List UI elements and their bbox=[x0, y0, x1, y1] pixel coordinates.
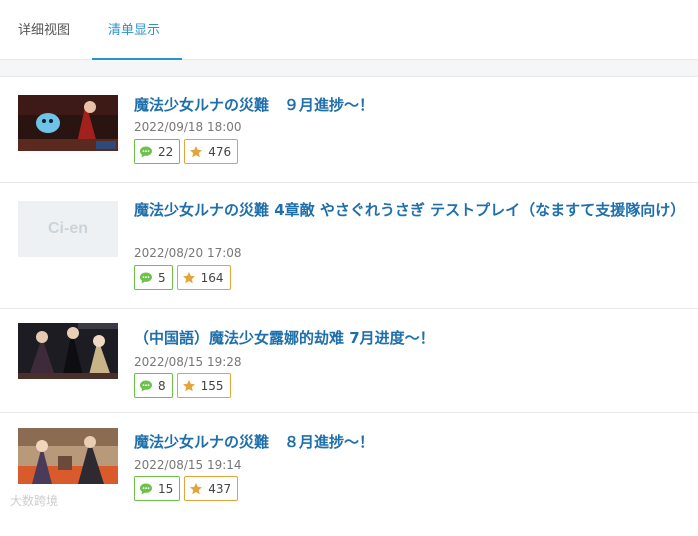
post-stats: 5 164 bbox=[134, 265, 231, 290]
star-count-badge[interactable]: 437 bbox=[184, 476, 239, 501]
star-count: 437 bbox=[208, 481, 232, 496]
speech-bubble-icon bbox=[140, 272, 152, 283]
post-title-link[interactable]: （中国語）魔法少女露娜的劫难 7月进度～！ bbox=[134, 327, 682, 349]
star-icon bbox=[190, 482, 203, 494]
post-title-link[interactable]: 魔法少女ルナの災難 4章敵 やさぐれうさぎ テストプレイ（なますて支援隊向け） bbox=[134, 199, 685, 221]
post-date: 2022/08/20 17:08 bbox=[134, 246, 242, 260]
post-thumbnail[interactable] bbox=[18, 95, 118, 151]
speech-bubble-icon bbox=[140, 380, 152, 391]
star-count-badge[interactable]: 155 bbox=[176, 373, 231, 398]
ci-en-logo-text: Ci-en bbox=[48, 220, 88, 237]
post-list: 魔法少女ルナの災難 ９月進捗～！ 2022/09/18 18:00 22 476… bbox=[0, 76, 698, 536]
watermark: 大数跨境 bbox=[10, 494, 59, 508]
comment-count: 8 bbox=[158, 378, 166, 393]
active-tab-indicator bbox=[92, 58, 182, 60]
post-thumbnail[interactable] bbox=[18, 428, 118, 484]
star-count: 164 bbox=[200, 270, 224, 285]
tab-detail-view[interactable]: 详细视图 bbox=[18, 0, 70, 60]
post-title-link[interactable]: 魔法少女ルナの災難 ８月進捗～！ bbox=[134, 431, 682, 453]
comment-count: 22 bbox=[158, 144, 174, 159]
post-title-link[interactable]: 魔法少女ルナの災難 ９月進捗～！ bbox=[134, 94, 682, 116]
star-icon bbox=[182, 379, 195, 391]
post-stats: 15 437 bbox=[134, 476, 239, 501]
post-date: 2022/08/15 19:28 bbox=[134, 355, 242, 369]
post-stats: 22 476 bbox=[134, 139, 239, 164]
post-date: 2022/09/18 18:00 bbox=[134, 120, 242, 134]
tab-list-view[interactable]: 清单显示 bbox=[108, 0, 160, 60]
star-count-badge[interactable]: 476 bbox=[184, 139, 239, 164]
list-item: 魔法少女ルナの災難 ９月進捗～！ 2022/09/18 18:00 22 476 bbox=[0, 77, 698, 183]
star-count: 476 bbox=[208, 144, 232, 159]
speech-bubble-icon bbox=[140, 146, 152, 157]
post-stats: 8 155 bbox=[134, 373, 231, 398]
comment-count: 15 bbox=[158, 481, 174, 496]
comment-count-badge[interactable]: 5 bbox=[134, 265, 173, 290]
post-date: 2022/08/15 19:14 bbox=[134, 458, 242, 472]
comment-count-badge[interactable]: 8 bbox=[134, 373, 173, 398]
speech-bubble-icon bbox=[140, 483, 152, 494]
list-item: 魔法少女ルナの災難 ８月進捗～！ 2022/08/15 19:14 15 437 bbox=[0, 413, 698, 523]
list-item: Ci-en 魔法少女ルナの災難 4章敵 やさぐれうさぎ テストプレイ（なますて支… bbox=[0, 183, 698, 309]
comment-count-badge[interactable]: 15 bbox=[134, 476, 181, 501]
star-icon bbox=[190, 145, 203, 157]
list-item: （中国語）魔法少女露娜的劫难 7月进度～！ 2022/08/15 19:28 8… bbox=[0, 309, 698, 413]
star-count: 155 bbox=[200, 378, 224, 393]
view-tabs: 详细视图 清单显示 bbox=[0, 0, 698, 60]
star-icon bbox=[182, 271, 195, 283]
comment-count: 5 bbox=[158, 270, 166, 285]
post-thumbnail[interactable] bbox=[18, 323, 118, 379]
post-thumbnail[interactable]: Ci-en bbox=[18, 201, 118, 257]
star-count-badge[interactable]: 164 bbox=[176, 265, 231, 290]
comment-count-badge[interactable]: 22 bbox=[134, 139, 181, 164]
